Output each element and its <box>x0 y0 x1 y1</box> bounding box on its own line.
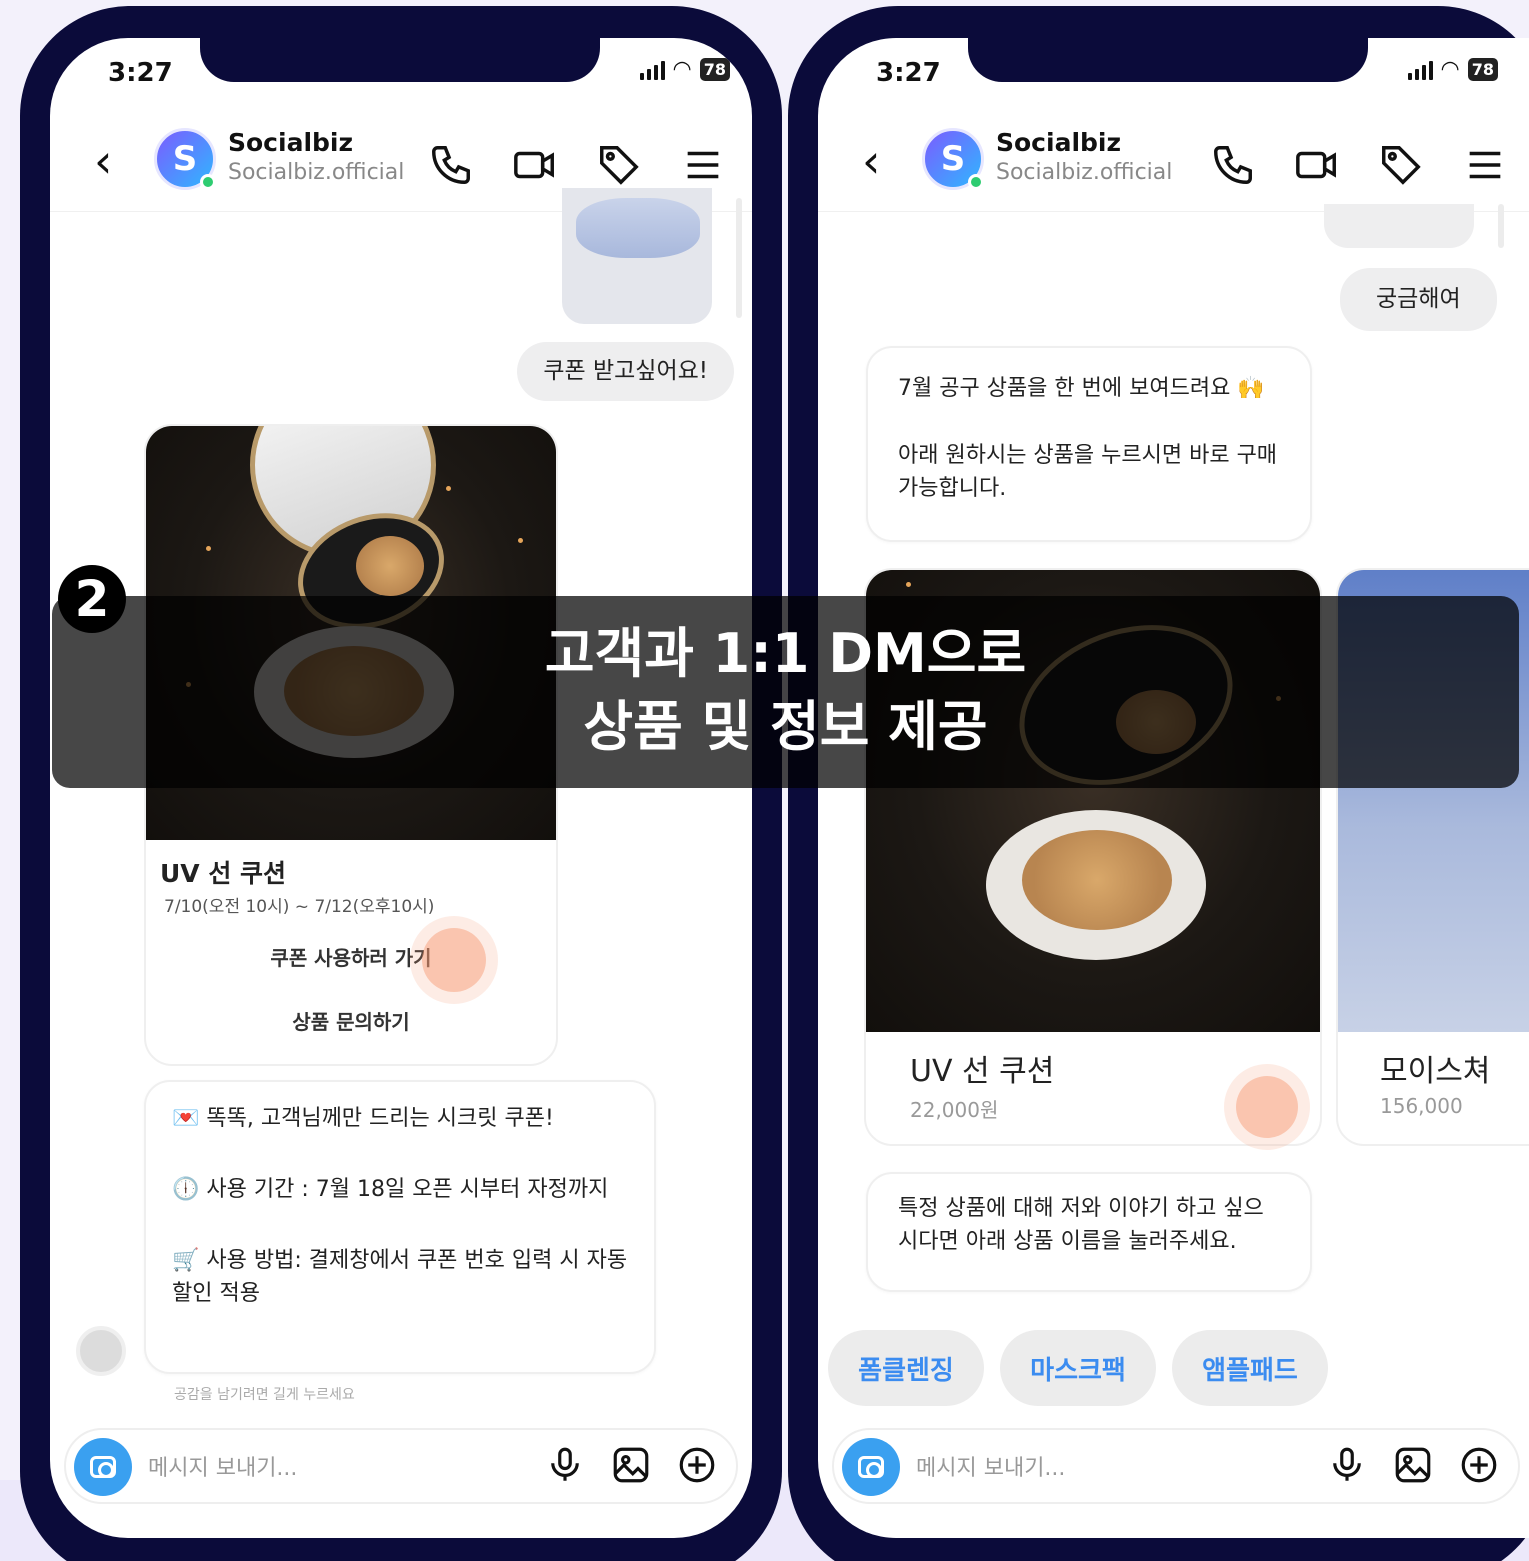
notch <box>968 38 1368 82</box>
scroll-indicator <box>736 198 742 318</box>
product-period: 7/10(오전 10시) ~ 7/12(오후10시) <box>164 897 435 917</box>
inquiry-button[interactable]: 상품 문의하기 <box>146 1006 556 1035</box>
menu-icon[interactable] <box>1462 142 1508 188</box>
phone-icon[interactable] <box>428 142 474 188</box>
product-price: 22,000원 <box>910 1098 999 1122</box>
notch <box>200 38 600 82</box>
header-actions <box>428 142 726 188</box>
bot-line-1: 7월 공구 상품을 한 번에 보여드려요 🙌 <box>898 376 1265 401</box>
gallery-icon[interactable] <box>1392 1444 1434 1486</box>
video-icon[interactable] <box>512 142 558 188</box>
reaction-hint: 공감을 남기려면 길게 누르세요 <box>174 1387 355 1403</box>
bot-line-2: 아래 원하시는 상품을 누르시면 바로 구매 가능합니다. <box>898 443 1278 501</box>
bot-avatar <box>76 1326 126 1376</box>
wifi-icon: ◠ <box>672 56 692 82</box>
product-title: UV 선 쿠션 <box>160 859 287 888</box>
touch-indicator <box>1236 1076 1298 1138</box>
caption-line-1: 고객과 1:1 DM으로 <box>544 622 1027 685</box>
coupon-line-1: 💌 똑똑, 고객님께만 드리는 시크릿 쿠폰! <box>172 1106 554 1131</box>
input-actions <box>544 1444 718 1486</box>
input-actions <box>1326 1444 1500 1486</box>
message-input-bar: 메시지 보내기... <box>832 1428 1520 1504</box>
puff-graphic <box>356 536 424 596</box>
dm-screen-left: 3:27 ◠ 78 ‹ S Socialbiz Socialbiz.offici… <box>50 38 752 1538</box>
sparkle <box>446 486 451 491</box>
user-message: 궁금해여 <box>1340 268 1497 331</box>
status-icons: ◠ 78 <box>1407 56 1498 82</box>
previous-image-message[interactable] <box>562 188 712 324</box>
coupon-button[interactable]: 쿠폰 사용하러 가기 <box>146 942 556 971</box>
user-message: 쿠폰 받고싶어요! <box>517 342 734 401</box>
online-indicator <box>200 174 216 190</box>
touch-indicator <box>422 928 486 992</box>
caption-overlay: 고객과 1:1 DM으로 상품 및 정보 제공 <box>52 596 1519 788</box>
camera-icon[interactable] <box>74 1438 132 1496</box>
profile-handle: Socialbiz.official <box>228 160 405 185</box>
sparkle <box>518 538 523 543</box>
bot-message-2: 특정 상품에 대해 저와 이야기 하고 싶으시다면 아래 상품 이름을 눌러주세… <box>866 1172 1312 1292</box>
wifi-icon: ◠ <box>1440 56 1460 82</box>
step-number-badge: 2 <box>58 565 126 633</box>
coupon-line-3: 🛒 사용 방법: 결제창에서 쿠폰 번호 입력 시 자동 할인 적용 <box>172 1248 628 1306</box>
message-input[interactable]: 메시지 보내기... <box>148 1450 297 1482</box>
caption-text: 고객과 1:1 DM으로 상품 및 정보 제공 <box>52 618 1519 764</box>
mic-icon[interactable] <box>1326 1444 1368 1486</box>
chat-header: ‹ S Socialbiz Socialbiz.official <box>818 116 1529 212</box>
coupon-line-2: 🕕 사용 기간 : 7월 18일 오픈 시부터 자정까지 <box>172 1177 609 1202</box>
sparkle <box>206 546 211 551</box>
camera-icon[interactable] <box>842 1438 900 1496</box>
header-actions <box>1210 142 1508 188</box>
product-price: 156,000 <box>1380 1094 1463 1118</box>
menu-icon[interactable] <box>680 142 726 188</box>
powder-graphic <box>1022 830 1172 930</box>
signal-icon <box>1407 60 1433 80</box>
back-icon[interactable]: ‹ <box>94 138 112 184</box>
tag-icon[interactable] <box>596 142 642 188</box>
signal-icon <box>639 60 665 80</box>
product-title: 모이스쳐 <box>1380 1054 1491 1089</box>
chip-ampoule-pad[interactable]: 앰플패드 <box>1172 1330 1328 1406</box>
tag-icon[interactable] <box>1378 142 1424 188</box>
battery-icon: 78 <box>699 58 730 81</box>
status-time: 3:27 <box>876 58 941 88</box>
caption-line-2: 상품 및 정보 제공 <box>583 694 988 758</box>
coupon-message: 💌 똑똑, 고객님께만 드리는 시크릿 쿠폰! 🕕 사용 기간 : 7월 18일… <box>144 1080 656 1374</box>
dm-screen-right: 3:27 ◠ 78 ‹ S Socialbiz Socialbiz.offici… <box>818 38 1529 1538</box>
previous-message <box>1324 204 1474 248</box>
plus-icon[interactable] <box>1458 1444 1500 1486</box>
profile-name[interactable]: Socialbiz <box>228 128 353 157</box>
chip-mask-pack[interactable]: 마스크팩 <box>1000 1330 1156 1406</box>
plus-icon[interactable] <box>676 1444 718 1486</box>
back-icon[interactable]: ‹ <box>862 138 880 184</box>
message-input-bar: 메시지 보내기... <box>64 1428 738 1504</box>
sparkle <box>906 582 911 587</box>
status-time: 3:27 <box>108 58 173 88</box>
status-icons: ◠ 78 <box>639 56 730 82</box>
battery-icon: 78 <box>1467 58 1498 81</box>
scroll-indicator <box>1498 204 1504 248</box>
phone-icon[interactable] <box>1210 142 1256 188</box>
profile-name[interactable]: Socialbiz <box>996 128 1121 157</box>
bot-message: 7월 공구 상품을 한 번에 보여드려요 🙌 아래 원하시는 상품을 누르시면 … <box>866 346 1312 542</box>
chip-foam-cleansing[interactable]: 폼클렌징 <box>828 1330 984 1406</box>
mic-icon[interactable] <box>544 1444 586 1486</box>
product-title: UV 선 쿠션 <box>910 1054 1055 1089</box>
online-indicator <box>968 174 984 190</box>
gallery-icon[interactable] <box>610 1444 652 1486</box>
message-input[interactable]: 메시지 보내기... <box>916 1450 1065 1482</box>
video-icon[interactable] <box>1294 142 1340 188</box>
profile-handle: Socialbiz.official <box>996 160 1173 185</box>
